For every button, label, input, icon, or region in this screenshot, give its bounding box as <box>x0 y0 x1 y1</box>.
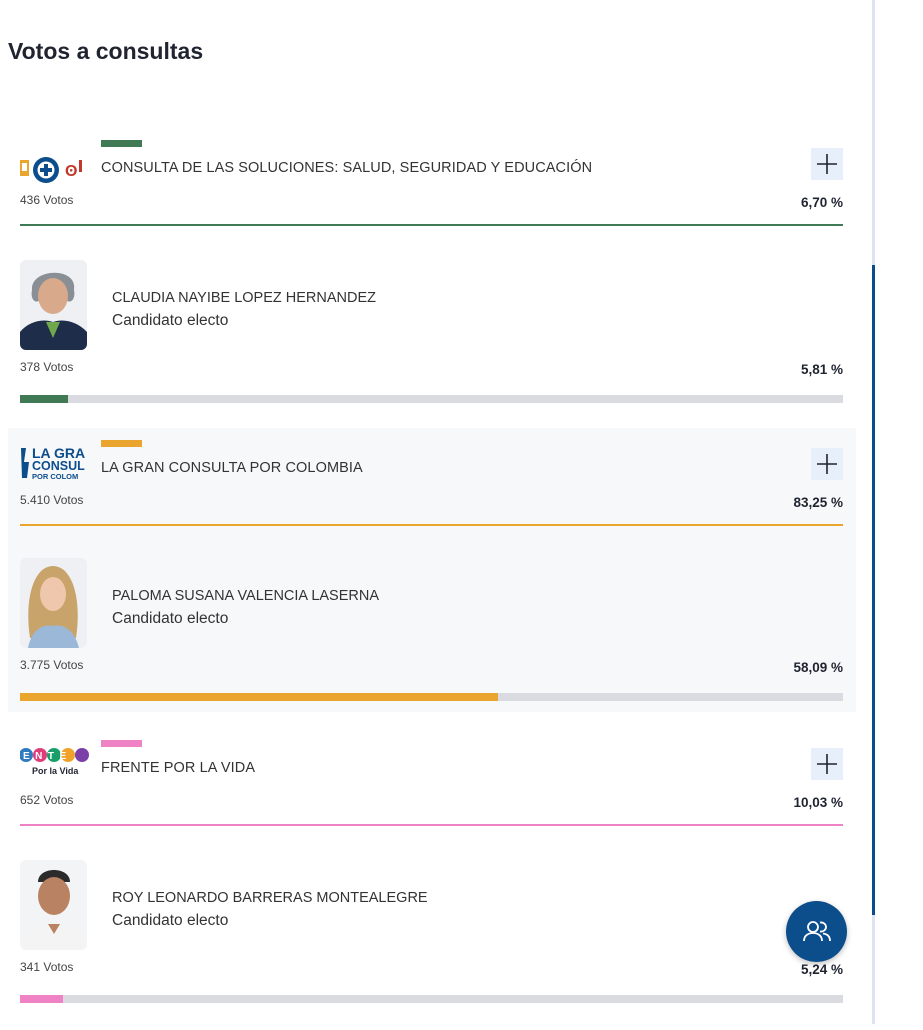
party-divider <box>20 824 843 826</box>
candidate-percent: 5,81 % <box>800 362 843 377</box>
party-name: LA GRAN CONSULTA POR COLOMBIA <box>101 460 363 476</box>
party-color-tab <box>101 140 142 147</box>
consulta-card-gran-consulta: LA GRA CONSUL POR COLOM LA GRAN CONSULTA… <box>8 428 856 712</box>
party-name: CONSULTA DE LAS SOLUCIONES: SALUD, SEGUR… <box>101 160 593 176</box>
consulta-card-frente-por-la-vida: ENTE Por la Vida FRENTE POR LA VIDA 652 … <box>8 740 856 1024</box>
party-percent: 6,70 % <box>800 195 843 210</box>
candidate-row: ROY LEONARDO BARRERAS MONTEALEGRE Candid… <box>8 860 856 1030</box>
party-logo-frente-por-la-vida: ENTE Por la Vida <box>20 744 90 780</box>
party-votes: 436 Votos <box>20 193 74 207</box>
plus-icon <box>817 454 837 474</box>
svg-text:ʘ: ʘ <box>65 163 77 180</box>
party-divider <box>20 224 843 226</box>
party-row: LA GRA CONSUL POR COLOM LA GRAN CONSULTA… <box>8 440 856 530</box>
candidate-name: ROY LEONARDO BARRERAS MONTEALEGRE <box>112 890 428 906</box>
logo-text: Por la Vida <box>32 766 79 776</box>
party-percent: 83,25 % <box>793 495 843 510</box>
candidate-vote-bar-fill <box>20 995 64 1003</box>
candidate-vote-bar <box>20 395 843 403</box>
candidate-status: Candidato electo <box>112 312 229 329</box>
candidate-votes: 3.775 Votos <box>20 658 84 672</box>
candidate-photo-valencia <box>20 558 87 648</box>
candidate-status: Candidato electo <box>112 912 229 929</box>
party-divider <box>20 524 843 526</box>
expand-button[interactable] <box>811 448 843 480</box>
party-color-tab <box>101 440 142 447</box>
consulta-card-soluciones: ʘ CONSULTA DE LAS SOLUCIONES: SALUD, SEG… <box>8 140 856 420</box>
party-percent: 10,03 % <box>793 795 843 810</box>
party-name: FRENTE POR LA VIDA <box>101 760 256 776</box>
candidate-status: Candidato electo <box>112 610 229 627</box>
logo-text: CONSUL <box>32 459 85 473</box>
candidate-row: PALOMA SUSANA VALENCIA LASERNA Candidato… <box>8 558 856 728</box>
party-row: ENTE Por la Vida FRENTE POR LA VIDA 652 … <box>8 740 856 830</box>
candidate-percent: 58,09 % <box>793 660 843 675</box>
candidate-vote-bar-fill <box>20 395 68 403</box>
candidate-votes: 341 Votos <box>20 960 74 974</box>
party-votes: 5.410 Votos <box>20 493 84 507</box>
party-color-tab <box>101 740 142 747</box>
candidate-name: CLAUDIA NAYIBE LOPEZ HERNANDEZ <box>112 290 377 306</box>
party-votes: 652 Votos <box>20 793 74 807</box>
participants-fab-button[interactable] <box>786 901 847 962</box>
page-title: Votos a consultas <box>8 38 204 64</box>
candidate-votes: 378 Votos <box>20 360 74 374</box>
party-logo-gran-consulta: LA GRA CONSUL POR COLOM <box>20 444 90 482</box>
candidate-name: PALOMA SUSANA VALENCIA LASERNA <box>112 588 380 604</box>
party-logo-soluciones: ʘ <box>20 152 90 186</box>
candidate-row: CLAUDIA NAYIBE LOPEZ HERNANDEZ Candidato… <box>8 260 856 430</box>
plus-icon <box>817 154 837 174</box>
candidate-percent: 5,24 % <box>800 962 843 977</box>
candidate-photo-lopez <box>20 260 87 350</box>
candidate-vote-bar <box>20 995 843 1003</box>
plus-icon <box>817 754 837 774</box>
logo-text: ENTE <box>23 751 72 762</box>
users-icon <box>802 920 831 941</box>
scrollbar-thumb[interactable] <box>872 265 875 915</box>
candidate-photo-barreras <box>20 860 87 950</box>
candidate-vote-bar-fill <box>20 693 499 701</box>
party-row: ʘ CONSULTA DE LAS SOLUCIONES: SALUD, SEG… <box>8 140 856 230</box>
logo-text: POR COLOM <box>32 472 78 481</box>
expand-button[interactable] <box>811 748 843 780</box>
candidate-vote-bar <box>20 693 843 701</box>
expand-button[interactable] <box>811 148 843 180</box>
